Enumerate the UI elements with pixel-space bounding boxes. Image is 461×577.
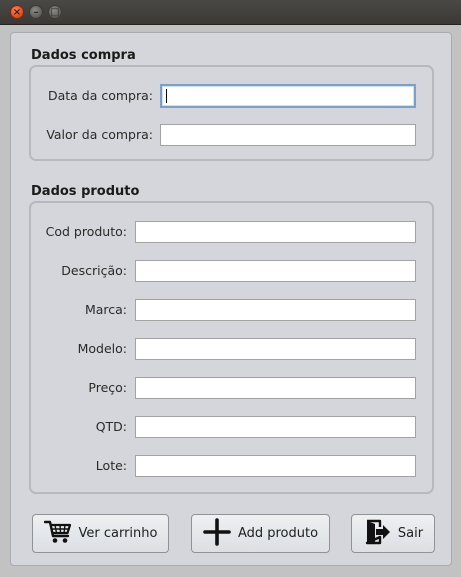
shopping-cart-icon [43, 519, 72, 549]
preco-input[interactable] [135, 377, 416, 399]
window-minimize-button[interactable]: – [29, 5, 43, 19]
text-caret [166, 89, 167, 103]
title-bar: × – □ [0, 0, 461, 25]
add-produto-button[interactable]: Add produto [191, 514, 330, 553]
section-title-compra: Dados compra [31, 48, 136, 63]
data-compra-input[interactable] [160, 84, 416, 108]
lote-input[interactable] [135, 455, 416, 477]
label-lote: Lote: [95, 458, 127, 473]
group-produto: Cod produto: Descrição: Marca: Modelo: P… [29, 201, 434, 494]
valor-compra-input[interactable] [160, 124, 416, 146]
label-marca: Marca: [84, 302, 127, 317]
marca-input[interactable] [135, 299, 416, 321]
sair-button[interactable]: Sair [351, 514, 435, 553]
label-data-compra: Data da compra: [47, 88, 153, 103]
group-compra: Data da compra: Valor da compra: [29, 65, 434, 161]
window-maximize-button[interactable]: □ [48, 5, 62, 19]
modelo-input[interactable] [135, 338, 416, 360]
descricao-input[interactable] [135, 260, 416, 282]
label-modelo: Modelo: [77, 341, 127, 356]
label-descricao: Descrição: [61, 263, 127, 278]
ver-carrinho-label: Ver carrinho [78, 526, 158, 541]
qtd-input[interactable] [135, 416, 416, 438]
ver-carrinho-button[interactable]: Ver carrinho [32, 514, 169, 553]
exit-door-icon [363, 518, 391, 550]
sair-label: Sair [397, 526, 424, 541]
cod-produto-input[interactable] [135, 221, 416, 243]
window-close-button[interactable]: × [10, 5, 24, 19]
form-panel: Dados compra Data da compra: Valor da co… [10, 32, 452, 566]
label-qtd: QTD: [95, 419, 127, 434]
label-valor-compra: Valor da compra: [46, 127, 153, 142]
plus-icon [203, 517, 231, 550]
section-title-produto: Dados produto [31, 184, 140, 199]
label-cod-produto: Cod produto: [45, 224, 127, 239]
label-preco: Preço: [88, 380, 127, 395]
add-produto-label: Add produto [237, 526, 319, 541]
